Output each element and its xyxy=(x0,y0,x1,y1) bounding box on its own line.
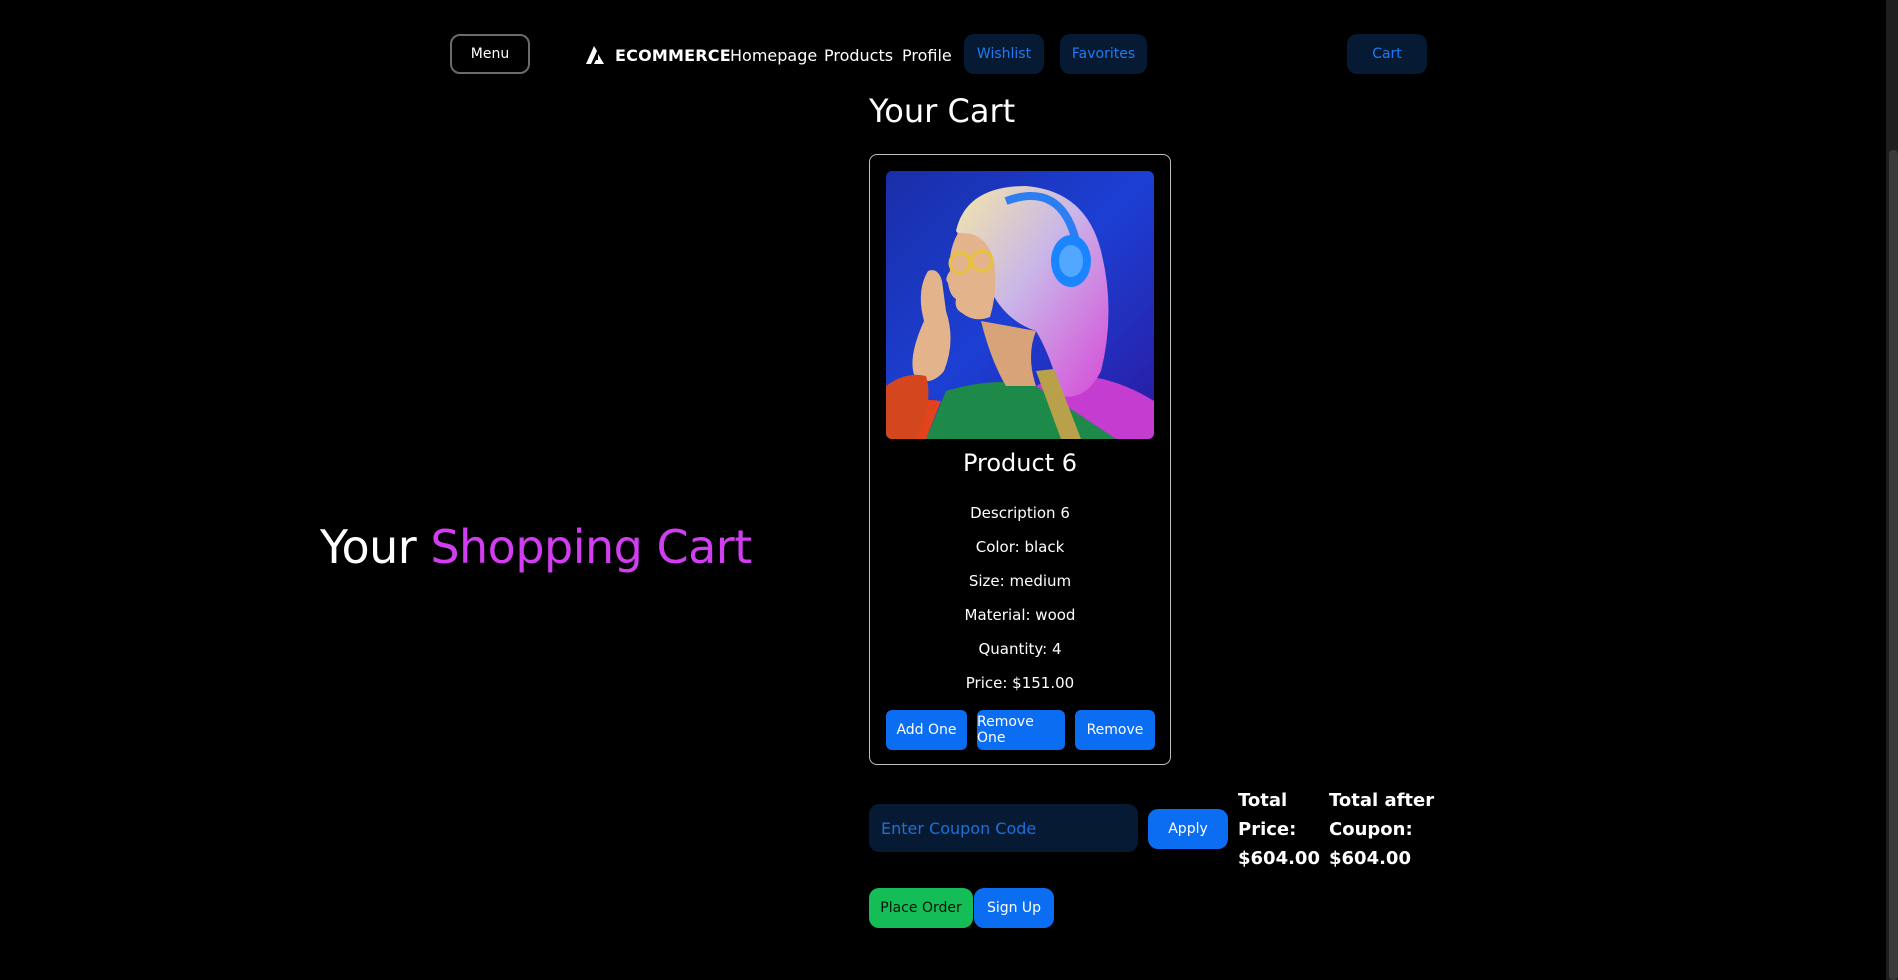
nav-link-profile[interactable]: Profile xyxy=(902,40,952,70)
nav-link-homepage[interactable]: Homepage xyxy=(730,40,817,70)
cart-button[interactable]: Cart xyxy=(1347,34,1427,74)
coupon-input[interactable] xyxy=(869,804,1138,852)
hero-title-highlight: Shopping Cart xyxy=(430,520,752,574)
favorites-button[interactable]: Favorites xyxy=(1060,34,1147,74)
product-photo-illustration xyxy=(886,171,1154,439)
product-image xyxy=(886,171,1154,439)
hero-title-prefix: Your xyxy=(320,520,417,574)
nav-link-products[interactable]: Products xyxy=(824,40,893,70)
remove-one-button[interactable]: Remove One xyxy=(977,710,1065,750)
product-card: Product 6 Description 6 Color: black Siz… xyxy=(869,154,1171,765)
total-after-coupon: Total after Coupon: $604.00 xyxy=(1329,786,1449,873)
menu-button[interactable]: Menu xyxy=(450,34,530,74)
sign-up-button[interactable]: Sign Up xyxy=(974,888,1054,928)
product-color: Color: black xyxy=(975,538,1065,556)
product-material: Material: wood xyxy=(964,606,1076,624)
cart-heading: Your Cart xyxy=(869,92,1016,130)
total-after-coupon-label-line2: Coupon: xyxy=(1329,819,1413,840)
brand[interactable]: ECOMMERCE xyxy=(585,40,731,70)
add-one-button[interactable]: Add One xyxy=(886,710,967,750)
wishlist-button[interactable]: Wishlist xyxy=(964,34,1044,74)
place-order-button[interactable]: Place Order xyxy=(869,888,973,928)
product-quantity: Quantity: 4 xyxy=(978,640,1062,658)
product-size: Size: medium xyxy=(968,572,1072,590)
brand-logo-icon xyxy=(586,46,604,64)
total-after-coupon-label-line1: Total after xyxy=(1329,790,1435,811)
product-name: Product 6 xyxy=(962,449,1078,477)
product-price: Price: $151.00 xyxy=(965,674,1075,692)
total-price-label-line1: Total xyxy=(1238,790,1288,811)
hero-title: Your Shopping Cart xyxy=(320,520,752,574)
total-price-label-line2: Price: xyxy=(1238,819,1297,840)
remove-button[interactable]: Remove xyxy=(1075,710,1155,750)
scrollbar-thumb[interactable] xyxy=(1889,150,1898,980)
total-price: Total Price: $604.00 xyxy=(1238,786,1320,873)
product-description: Description 6 xyxy=(970,504,1070,522)
apply-coupon-button[interactable]: Apply xyxy=(1148,809,1228,849)
total-price-value: $604.00 xyxy=(1238,848,1320,869)
total-after-coupon-value: $604.00 xyxy=(1329,848,1411,869)
brand-name: ECOMMERCE xyxy=(615,45,731,65)
